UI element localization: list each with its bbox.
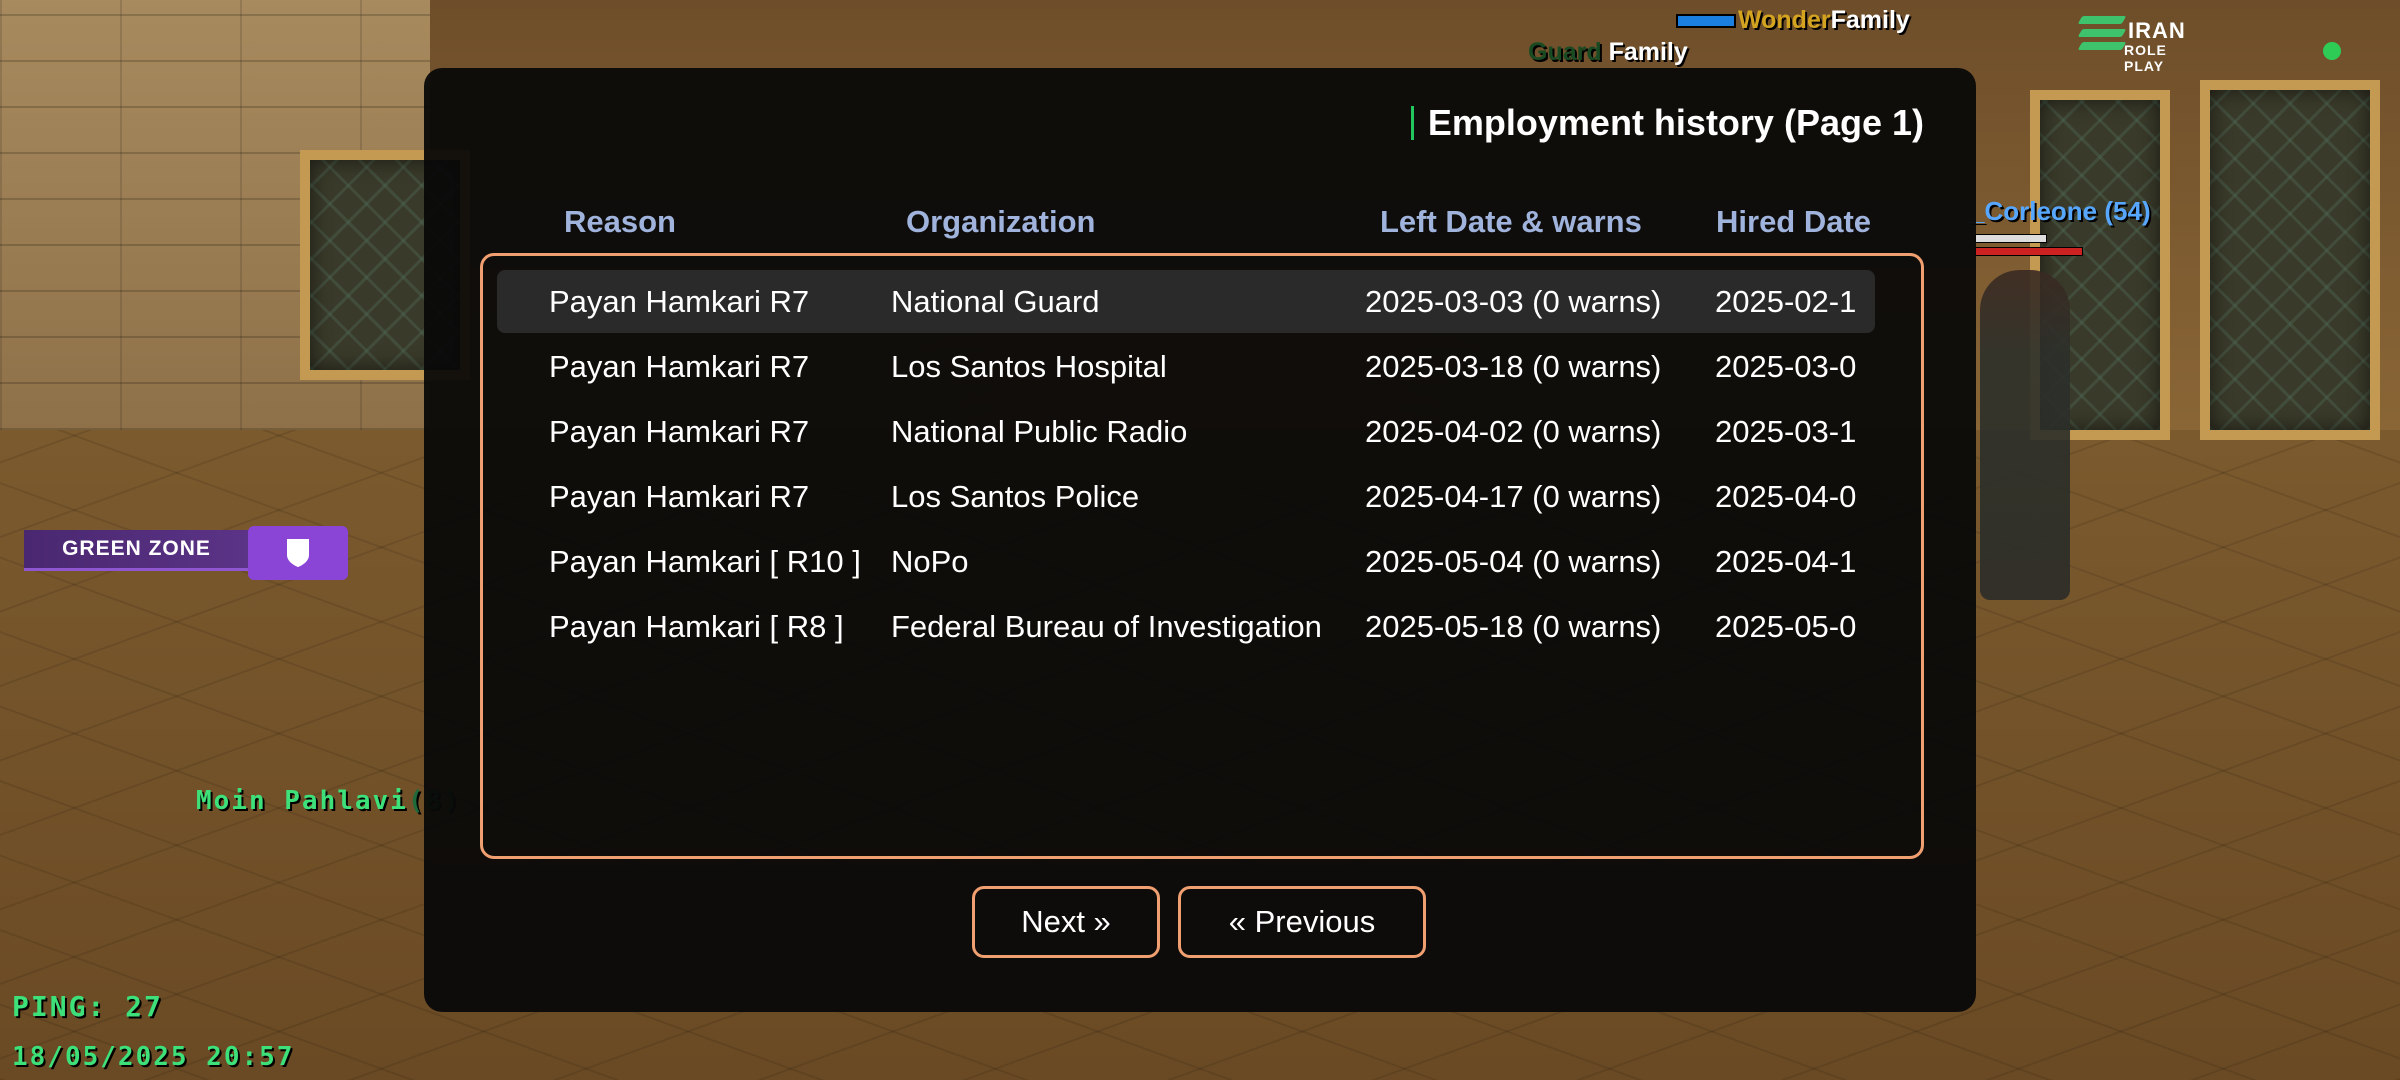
cell-organization: Federal Bureau of Investigation [891,609,1322,644]
datetime-readout: 18/05/2025 20:57 [12,1042,295,1072]
column-header-reason: Reason [564,204,676,239]
cell-left-date: 2025-04-17 (0 warns) [1365,479,1662,514]
cell-reason: Payan Hamkari R7 [549,479,810,514]
cell-organization: Los Santos Hospital [891,349,1167,384]
cell-organization: NoPo [891,544,969,579]
family-tag-guard: Guard Family [1528,38,1688,66]
connection-status-icon [2323,42,2341,60]
cell-reason: Payan Hamkari [ R8 ] [549,609,844,644]
cell-hired-date: 2025-05-0 [1715,609,1857,644]
player-character [1980,270,2070,600]
green-zone-indicator: GREEN ZONE [24,526,348,580]
npc-nametag: Moin Pahlavi(8) [196,786,459,816]
game-viewport: WonderFamily Guard Family _Corleone (54)… [0,0,2400,1080]
health-bar [1975,247,2083,256]
history-table: Payan Hamkari R7 National Guard 2025-03-03… [480,253,1924,859]
shield-icon [248,526,348,580]
cell-hired-date: 2025-03-1 [1715,414,1857,449]
player-nametag: _Corleone (54) [1970,196,2151,226]
column-header-organization: Organization [906,204,1096,239]
health-bar [1676,14,1736,29]
table-row[interactable]: Payan Hamkari [ R8 ] Federal Bureau of In… [497,595,1875,658]
armor-bar [1975,234,2047,243]
cell-left-date: 2025-03-03 (0 warns) [1365,284,1662,319]
dialog-title: Employment history (Page 1) [1410,102,1924,144]
cell-hired-date: 2025-03-0 [1715,349,1857,384]
table-row[interactable]: Payan Hamkari R7 Los Santos Hospital 2025-… [497,335,1875,398]
cell-hired-date: 2025-02-1 [1715,284,1857,319]
cell-organization: National Guard [891,284,1100,319]
family-tag-wonder: WonderFamily [1676,6,1910,35]
previous-button[interactable]: « Previous [1178,886,1426,958]
cell-reason: Payan Hamkari R7 [549,284,810,319]
cell-left-date: 2025-05-18 (0 warns) [1365,609,1662,644]
table-row[interactable]: Payan Hamkari R7 Los Santos Police 2025-04… [497,465,1875,528]
employment-history-dialog: Employment history (Page 1) Reason Organ… [424,68,1976,1012]
green-zone-label: GREEN ZONE [24,530,249,571]
table-row[interactable]: Payan Hamkari R7 National Guard 2025-03-03… [497,270,1875,333]
building-window-right-2 [2200,80,2380,440]
column-header-left-date: Left Date & warns [1380,204,1642,239]
title-accent-bar [1410,106,1414,140]
cell-reason: Payan Hamkari [ R10 ] [549,544,861,579]
cell-hired-date: 2025-04-1 [1715,544,1857,579]
ping-readout: PING: 27 [12,990,163,1023]
cell-organization: Los Santos Police [891,479,1140,514]
table-row[interactable]: Payan Hamkari R7 National Public Radio 202… [497,400,1875,463]
table-row[interactable]: Payan Hamkari [ R10 ] NoPo 2025-05-04 (0 w… [497,530,1875,593]
cell-reason: Payan Hamkari R7 [549,414,810,449]
cell-left-date: 2025-05-04 (0 warns) [1365,544,1662,579]
column-header-hired-date: Hired Date [1716,204,1872,239]
cell-left-date: 2025-03-18 (0 warns) [1365,349,1662,384]
cell-left-date: 2025-04-02 (0 warns) [1365,414,1662,449]
logo-icon [2077,16,2127,58]
cell-hired-date: 2025-04-0 [1715,479,1857,514]
cell-reason: Payan Hamkari R7 [549,349,810,384]
player-health-bars [1975,234,2083,260]
cell-organization: National Public Radio [891,414,1188,449]
next-button[interactable]: Next » [972,886,1160,958]
